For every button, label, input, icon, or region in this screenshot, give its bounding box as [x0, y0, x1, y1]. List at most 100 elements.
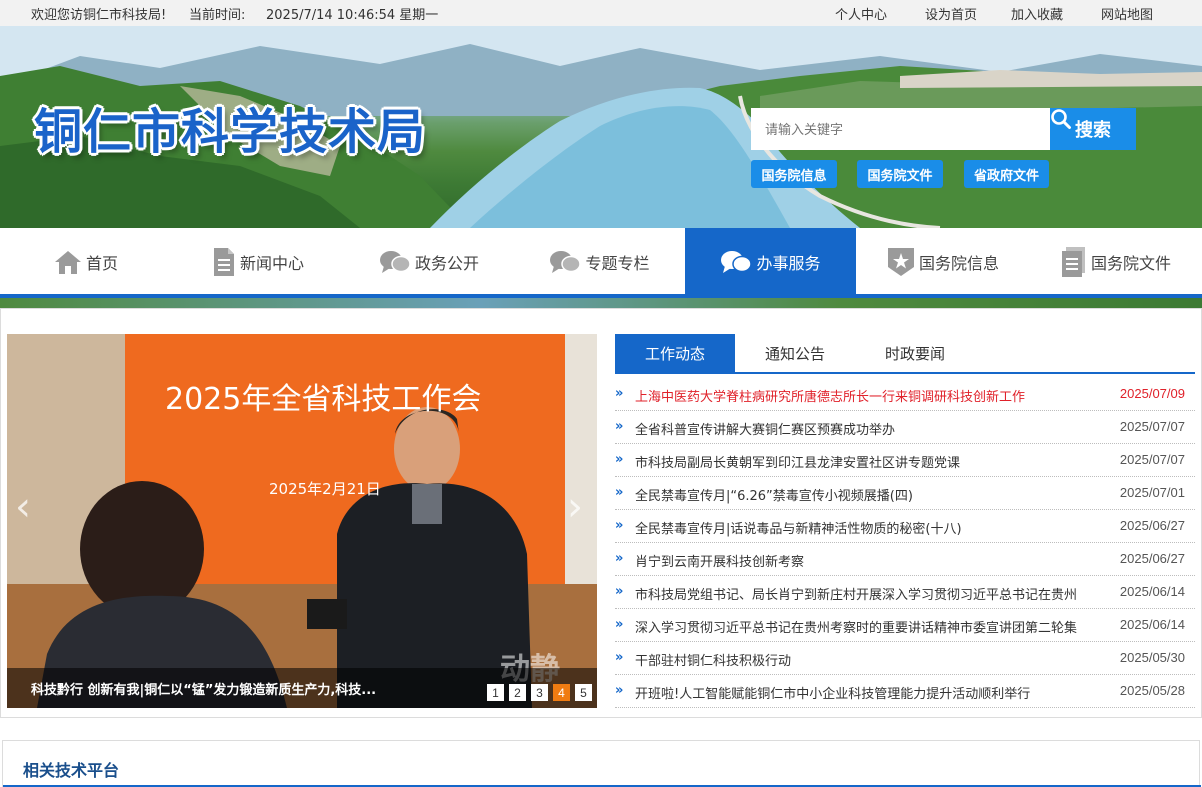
- news-date: 2025/07/01: [1119, 485, 1185, 500]
- nav-item-news[interactable]: 新闻中心: [172, 228, 344, 295]
- slider-page-3[interactable]: 3: [531, 684, 548, 701]
- time-label: 当前时间:: [189, 8, 246, 23]
- double-arrow-icon: »: [615, 683, 624, 698]
- nav-item-label: 国务院信息: [918, 253, 999, 273]
- site-map-link[interactable]: 网站地图: [1101, 4, 1153, 23]
- tab-current-affairs[interactable]: 时政要闻: [855, 334, 975, 372]
- welcome-text: 欢迎您访铜仁市科技局!: [31, 8, 167, 23]
- news-title[interactable]: 肖宁到云南开展科技创新考察: [635, 551, 1115, 570]
- nav-item-special-topics[interactable]: 专题专栏: [514, 228, 685, 295]
- nav-item-label: 新闻中心: [239, 253, 304, 273]
- list-item[interactable]: » 全民禁毒宣传月|“6.26”禁毒宣传小视频展播(四) 2025/07/01: [615, 477, 1195, 510]
- document-icon: [213, 247, 234, 276]
- double-arrow-icon: »: [615, 419, 624, 434]
- news-title[interactable]: 开班啦!人工智能赋能铜仁市中小企业科技管理能力提升活动顺利举行: [635, 683, 1115, 702]
- list-item[interactable]: » 全民禁毒宣传月|话说毒品与新精神活性物质的秘密(十八) 2025/06/27: [615, 510, 1195, 543]
- news-date: 2025/05/28: [1119, 683, 1185, 698]
- tab-work-news[interactable]: 工作动态: [615, 334, 735, 372]
- main-nav: 首页 新闻中心 政务公开 专题专栏 办事服务 国务院信息 国务院文件: [0, 228, 1202, 295]
- site-title: 铜仁市科学技术局: [34, 104, 427, 160]
- nav-item-label: 专题专栏: [585, 253, 650, 273]
- list-item[interactable]: » 市科技局副局长黄朝军到印江县龙津安置社区讲专题党课 2025/07/07: [615, 444, 1195, 477]
- news-date: 2025/06/27: [1119, 551, 1185, 566]
- chat-icon: [379, 250, 411, 273]
- double-arrow-icon: »: [615, 386, 624, 401]
- home-icon: [54, 250, 81, 274]
- header-banner: 铜仁市科学技术局 搜索 国务院信息 国务院文件 省政府文件: [0, 26, 1202, 228]
- slider-page-4[interactable]: 4: [553, 684, 570, 701]
- double-arrow-icon: »: [615, 551, 624, 566]
- nav-item-state-council-info[interactable]: 国务院信息: [856, 228, 1030, 295]
- slider-next-arrow[interactable]: ›: [567, 484, 583, 530]
- chat-icon: [721, 250, 753, 273]
- news-list: » 上海中医药大学脊柱病研究所唐德志所长一行来铜调研科技创新工作 2025/07…: [615, 378, 1195, 708]
- news-date: 2025/06/27: [1119, 518, 1185, 533]
- list-item[interactable]: » 市科技局党组书记、局长肖宁到新庄村开展深入学习贯彻习近平总书记在贵州 202…: [615, 576, 1195, 609]
- current-time: 2025/7/14 10:46:54 星期一: [266, 8, 439, 23]
- nav-item-label: 政务公开: [414, 253, 479, 273]
- list-item[interactable]: » 开班啦!人工智能赋能铜仁市中小企业科技管理能力提升活动顺利举行 2025/0…: [615, 675, 1195, 708]
- double-arrow-icon: »: [615, 584, 624, 599]
- slide-banner-text: 2025年全省科技工作会: [165, 382, 481, 417]
- chat-icon: [550, 250, 582, 273]
- double-arrow-icon: »: [615, 617, 624, 632]
- nav-item-label: 首页: [85, 253, 118, 273]
- double-arrow-icon: »: [615, 485, 624, 500]
- quick-link-state-council-info[interactable]: 国务院信息: [751, 160, 837, 188]
- search-button-label: 搜索: [1075, 120, 1111, 141]
- news-title[interactable]: 全民禁毒宣传月|“6.26”禁毒宣传小视频展播(四): [635, 485, 1115, 504]
- slide-banner-date: 2025年2月21日: [269, 480, 381, 498]
- news-date: 2025/06/14: [1119, 617, 1185, 632]
- slider-page-5[interactable]: 5: [575, 684, 592, 701]
- tab-notices[interactable]: 通知公告: [735, 334, 855, 372]
- badge-star-icon: [887, 247, 914, 276]
- slider-pagination: 1 2 3 4 5: [487, 684, 592, 701]
- add-favorite-link[interactable]: 加入收藏: [1011, 4, 1063, 23]
- slider-prev-arrow[interactable]: ‹: [15, 484, 31, 530]
- search-button[interactable]: 搜索: [1050, 108, 1136, 150]
- double-arrow-icon: »: [615, 452, 624, 467]
- news-title[interactable]: 全民禁毒宣传月|话说毒品与新精神活性物质的秘密(十八): [635, 518, 1115, 537]
- list-item[interactable]: » 上海中医药大学脊柱病研究所唐德志所长一行来铜调研科技创新工作 2025/07…: [615, 378, 1195, 411]
- list-item[interactable]: » 肖宁到云南开展科技创新考察 2025/06/27: [615, 543, 1195, 576]
- quick-link-provincial-docs[interactable]: 省政府文件: [964, 160, 1049, 188]
- nav-item-services[interactable]: 办事服务: [685, 228, 856, 295]
- news-title[interactable]: 上海中医药大学脊柱病研究所唐德志所长一行来铜调研科技创新工作: [635, 386, 1115, 405]
- news-title[interactable]: 市科技局党组书记、局长肖宁到新庄村开展深入学习贯彻习近平总书记在贵州: [635, 584, 1115, 603]
- news-title[interactable]: 深入学习贯彻习近平总书记在贵州考察时的重要讲话精神市委宣讲团第二轮集: [635, 617, 1115, 636]
- news-date: 2025/07/07: [1119, 452, 1185, 467]
- nav-item-gov-affairs[interactable]: 政务公开: [344, 228, 514, 295]
- section-title: 相关技术平台: [23, 761, 120, 780]
- list-item[interactable]: » 全省科普宣传讲解大赛铜仁赛区预赛成功举办 2025/07/07: [615, 411, 1195, 444]
- nav-item-state-council-docs[interactable]: 国务院文件: [1030, 228, 1202, 295]
- news-title[interactable]: 干部驻村铜仁科技积极行动: [635, 650, 1115, 669]
- nav-item-label: 国务院文件: [1090, 253, 1171, 273]
- slide-photo: 2025年全省科技工作会 2025年2月21日 动静: [7, 334, 597, 708]
- news-date: 2025/07/09: [1119, 386, 1185, 401]
- quick-link-state-council-docs[interactable]: 国务院文件: [857, 160, 943, 188]
- search-input[interactable]: [751, 108, 1051, 150]
- slide-caption[interactable]: 科技黔行 创新有我|铜仁以“锰”发力锻造新质生产力,科技...: [31, 679, 376, 698]
- news-title[interactable]: 全省科普宣传讲解大赛铜仁赛区预赛成功举办: [635, 419, 1115, 438]
- search-icon: [1051, 109, 1071, 129]
- news-tabs: 工作动态 通知公告 时政要闻: [615, 334, 1195, 374]
- slider-page-1[interactable]: 1: [487, 684, 504, 701]
- personal-center-link[interactable]: 个人中心: [835, 4, 887, 23]
- double-arrow-icon: »: [615, 650, 624, 665]
- double-arrow-icon: »: [615, 518, 624, 533]
- banner-strip: [0, 298, 1202, 308]
- top-bar: 欢迎您访铜仁市科技局! 当前时间: 2025/7/14 10:46:54 星期一…: [0, 0, 1202, 26]
- list-item[interactable]: » 深入学习贯彻习近平总书记在贵州考察时的重要讲话精神市委宣讲团第二轮集 202…: [615, 609, 1195, 642]
- nav-item-home[interactable]: 首页: [0, 228, 172, 295]
- list-item[interactable]: » 干部驻村铜仁科技积极行动 2025/05/30: [615, 642, 1195, 675]
- nav-item-label: 办事服务: [756, 253, 821, 273]
- news-date: 2025/07/07: [1119, 419, 1185, 434]
- slider-page-2[interactable]: 2: [509, 684, 526, 701]
- set-homepage-link[interactable]: 设为首页: [925, 4, 977, 23]
- news-date: 2025/06/14: [1119, 584, 1185, 599]
- image-slider[interactable]: 2025年全省科技工作会 2025年2月21日 动静 ‹ › 科技黔行 创新有我…: [7, 334, 597, 708]
- news-title[interactable]: 市科技局副局长黄朝军到印江县龙津安置社区讲专题党课: [635, 452, 1115, 471]
- file-icon: [1061, 246, 1085, 277]
- news-date: 2025/05/30: [1119, 650, 1185, 665]
- related-platforms-section: 相关技术平台: [2, 740, 1201, 787]
